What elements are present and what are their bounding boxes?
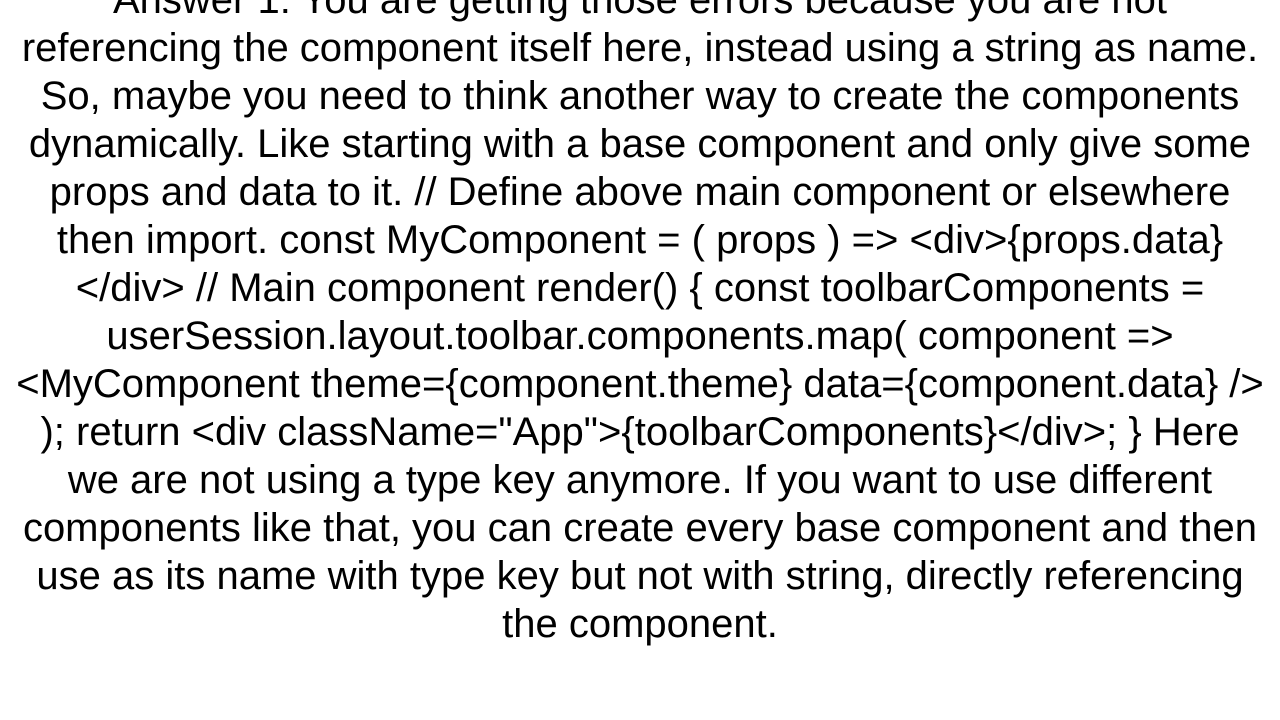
- answer-text: Answer 1: You are getting those errors b…: [16, 0, 1264, 646]
- answer-body: Answer 1: You are getting those errors b…: [0, 0, 1280, 648]
